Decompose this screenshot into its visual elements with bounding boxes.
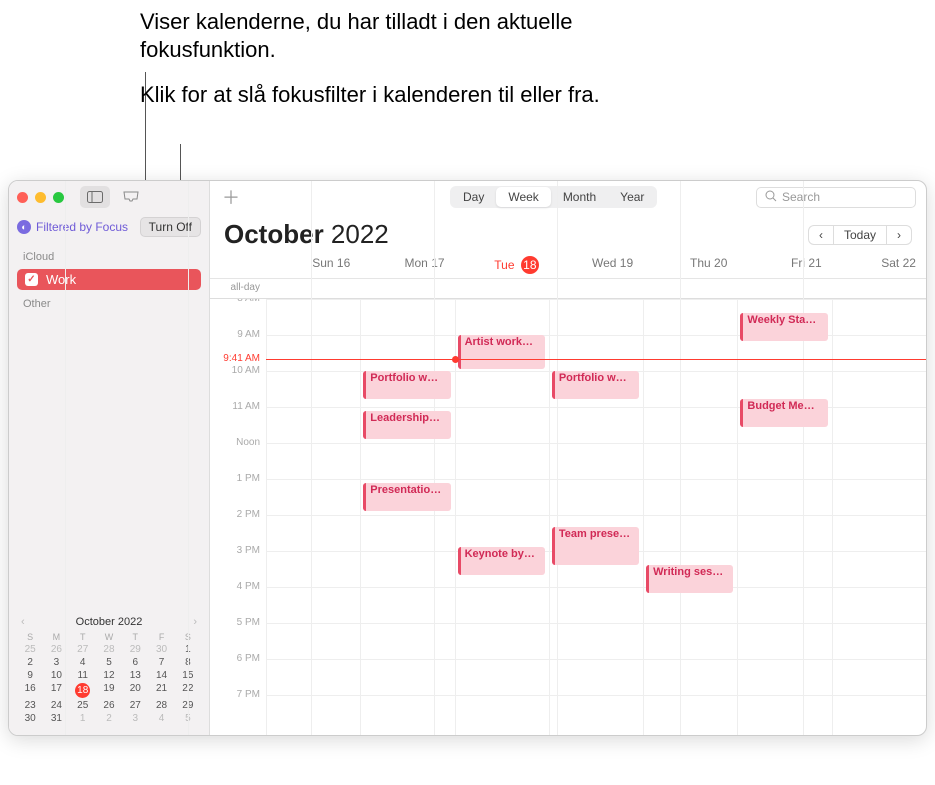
checkbox-checked-icon[interactable]: ✓: [25, 273, 38, 286]
event[interactable]: Team prese…: [552, 527, 639, 565]
close-icon[interactable]: [17, 192, 28, 203]
traffic-lights: [17, 192, 64, 203]
mini-prev-icon[interactable]: ‹: [21, 616, 25, 628]
minimize-icon[interactable]: [35, 192, 46, 203]
zoom-icon[interactable]: [53, 192, 64, 203]
event[interactable]: Presentatio…: [363, 483, 450, 511]
mini-day[interactable]: 16: [17, 682, 43, 699]
day-col-sun[interactable]: [266, 299, 360, 735]
event[interactable]: Portfolio w…: [552, 371, 639, 399]
mini-day[interactable]: 25: [17, 643, 43, 656]
now-line: [266, 359, 926, 360]
event[interactable]: Portfolio w…: [363, 371, 450, 399]
event[interactable]: Writing ses…: [646, 565, 733, 593]
event[interactable]: Leadership…: [363, 411, 450, 439]
event[interactable]: Keynote by…: [458, 547, 545, 575]
main-area: ＋ Day Week Month Year Search October 202…: [210, 181, 926, 735]
callout-focus-calendars: Viser kalenderne, du har tilladt i den a…: [140, 8, 600, 63]
hour-label: 7 PM: [210, 695, 266, 731]
allday-row: all-day: [210, 279, 926, 299]
day-col-fri[interactable]: Weekly Sta… Budget Me…: [737, 299, 831, 735]
day-col-tue[interactable]: Artist work… Keynote by…: [455, 299, 549, 735]
mini-day[interactable]: 2: [17, 656, 43, 669]
mini-day[interactable]: 30: [17, 712, 43, 725]
moon-icon: ◐: [17, 220, 31, 234]
day-col-mon[interactable]: Portfolio w… Leadership… Presentatio…: [360, 299, 454, 735]
mini-dow: S: [17, 631, 43, 643]
mini-day[interactable]: 9: [17, 669, 43, 682]
callout-turn-off: Klik for at slå fokusfilter i kalenderen…: [140, 81, 600, 109]
mini-day[interactable]: 23: [17, 699, 43, 712]
day-col-sat[interactable]: [832, 299, 926, 735]
week-grid[interactable]: 8 AM9 AM10 AM11 AMNoon1 PM2 PM3 PM4 PM5 …: [210, 299, 926, 735]
calendar-window: ◐ Filtered by Focus Turn Off iCloud ✓ Wo…: [8, 180, 927, 736]
now-time-label: 9:41 AM: [210, 353, 266, 364]
day-col-thu[interactable]: Writing ses…: [643, 299, 737, 735]
event[interactable]: Artist work…: [458, 335, 545, 369]
event[interactable]: Budget Me…: [740, 399, 827, 427]
event[interactable]: Weekly Sta…: [740, 313, 827, 341]
day-col-wed[interactable]: Portfolio w… Team prese…: [549, 299, 643, 735]
